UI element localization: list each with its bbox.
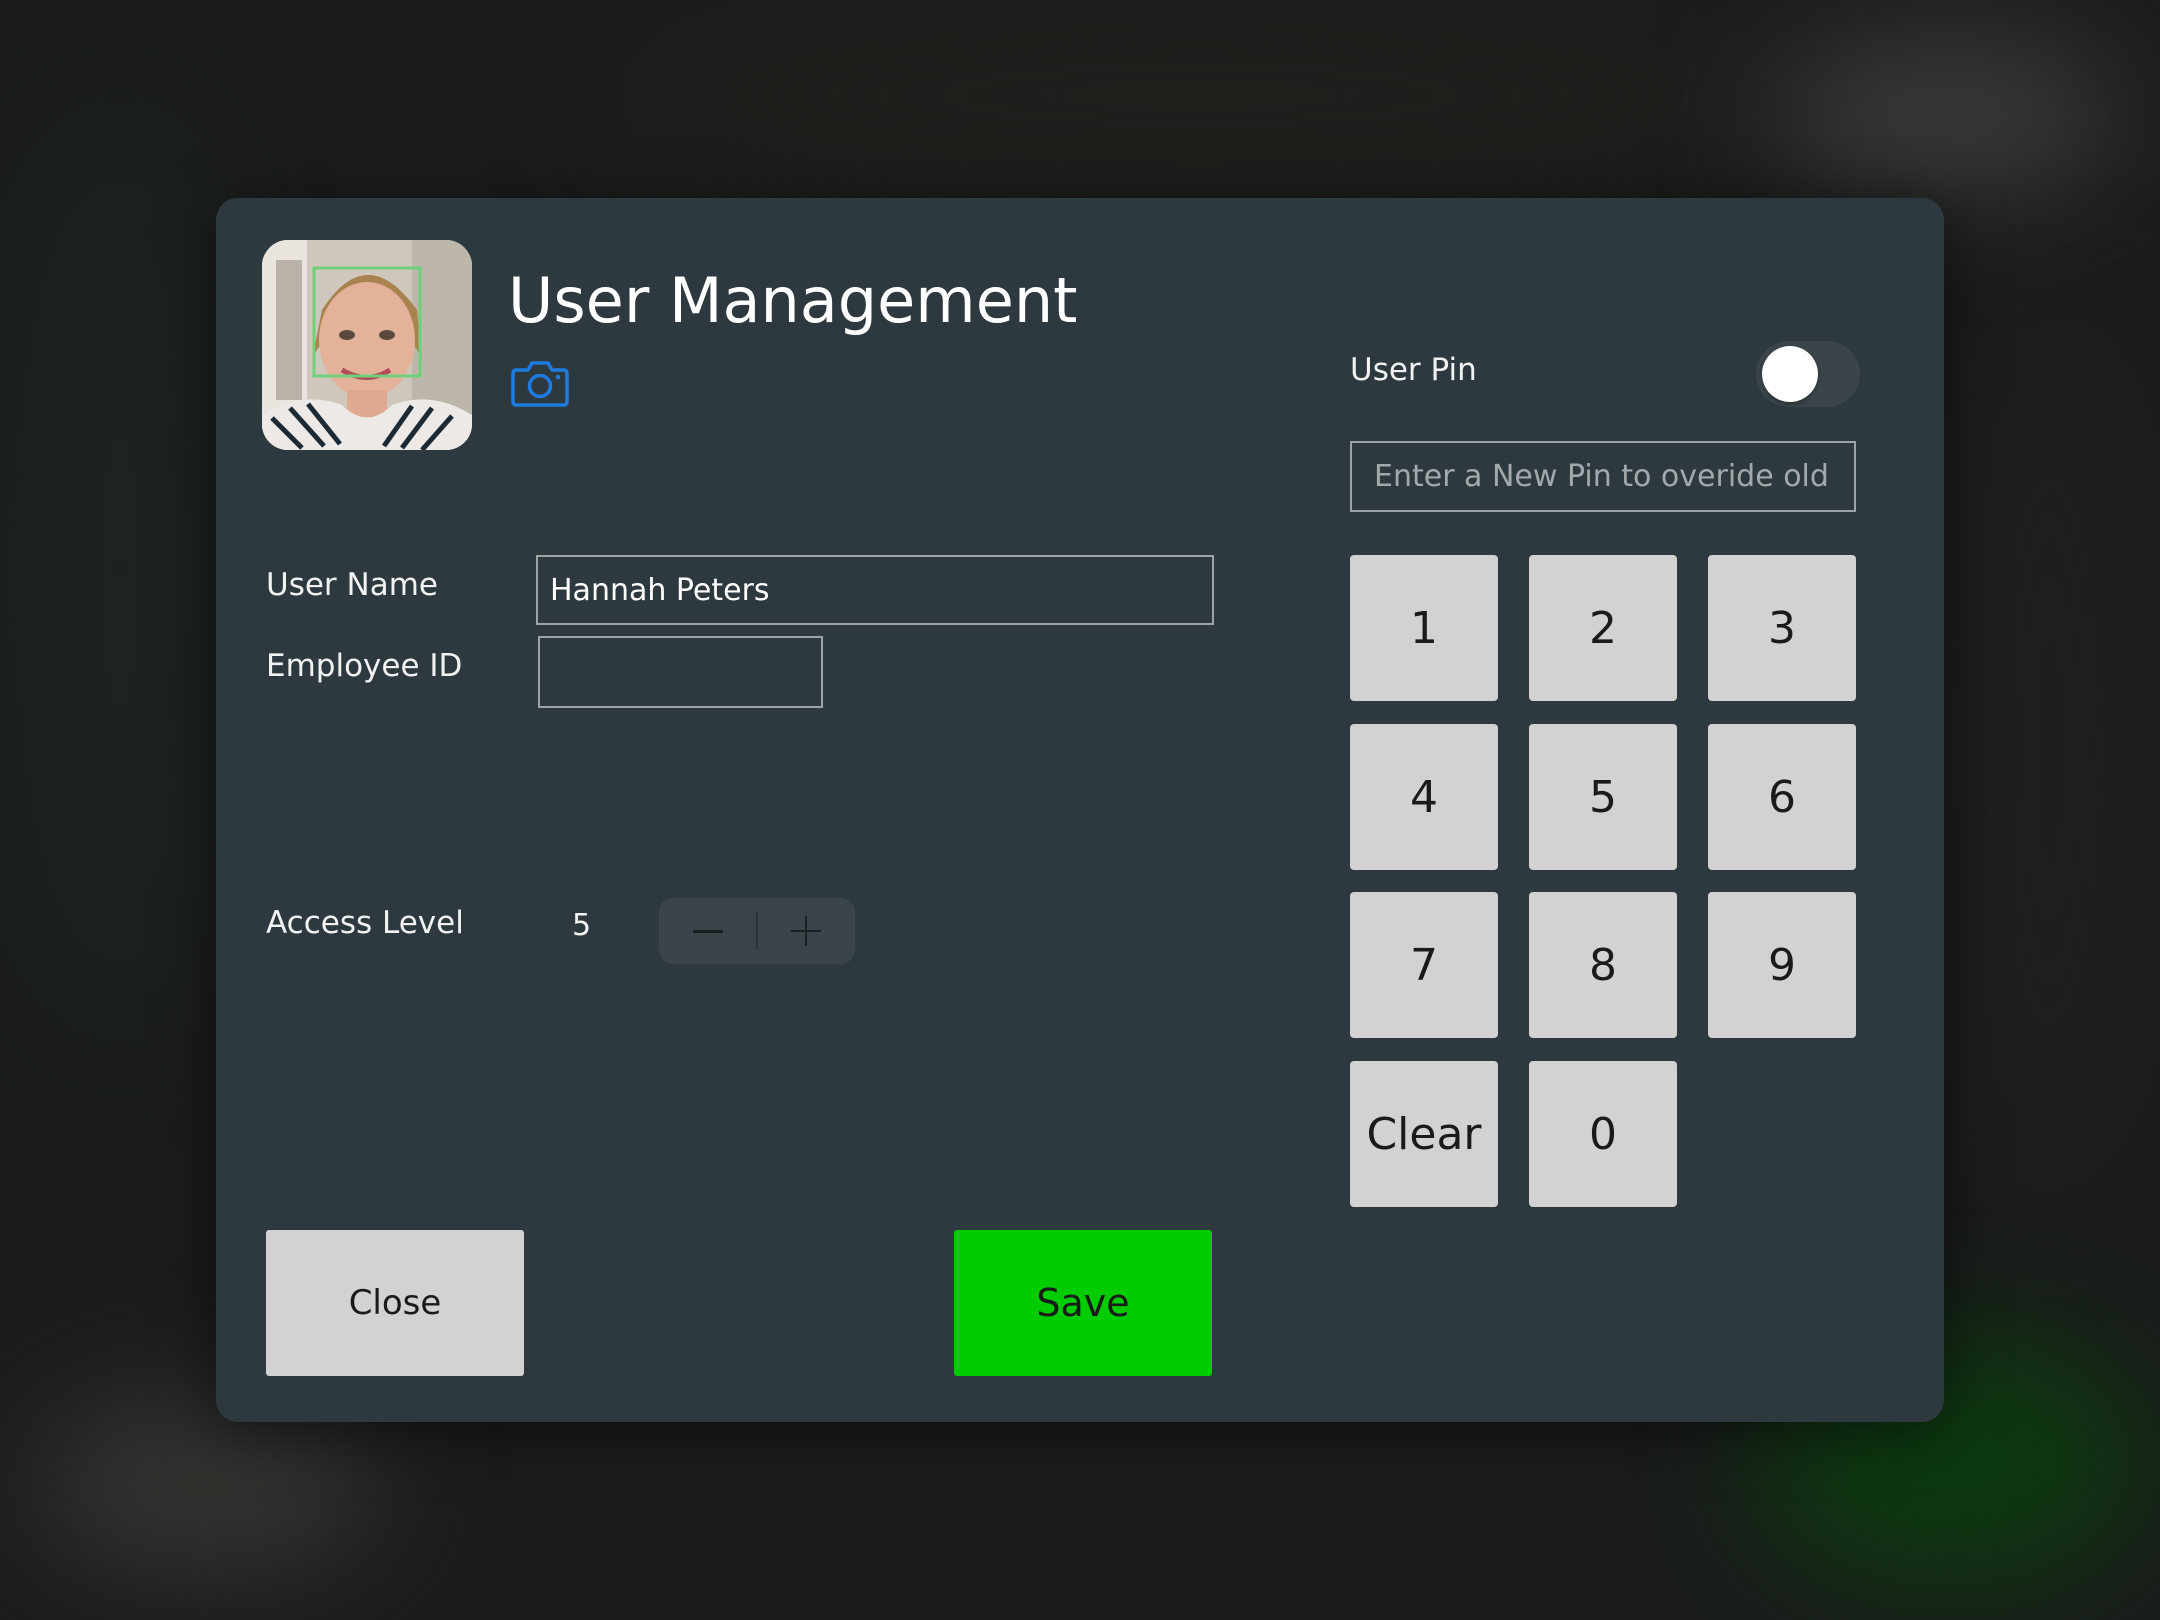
- keypad-key-7[interactable]: 7: [1350, 892, 1498, 1038]
- camera-icon[interactable]: [510, 358, 570, 408]
- keypad-key-6[interactable]: 6: [1708, 724, 1856, 870]
- user-management-dialog: User Management User Name Employee ID Ac…: [216, 198, 1944, 1422]
- keypad-key-4[interactable]: 4: [1350, 724, 1498, 870]
- employee-id-label: Employee ID: [266, 648, 463, 684]
- access-level-label: Access Level: [266, 905, 464, 941]
- keypad-key-8[interactable]: 8: [1529, 892, 1677, 1038]
- keypad-key-9[interactable]: 9: [1708, 892, 1856, 1038]
- access-level-value: 5: [572, 908, 592, 943]
- decrement-button[interactable]: [659, 898, 757, 964]
- user-name-label: User Name: [266, 567, 438, 603]
- user-pin-label: User Pin: [1350, 352, 1477, 388]
- keypad-key-1[interactable]: 1: [1350, 555, 1498, 701]
- keypad-key-3[interactable]: 3: [1708, 555, 1856, 701]
- toggle-knob: [1762, 346, 1818, 402]
- keypad-key-2[interactable]: 2: [1529, 555, 1677, 701]
- minus-icon: [693, 930, 723, 933]
- employee-id-input[interactable]: [538, 636, 823, 708]
- increment-button[interactable]: [757, 898, 855, 964]
- keypad-key-5[interactable]: 5: [1529, 724, 1677, 870]
- user-photo: [262, 240, 472, 450]
- dialog-title: User Management: [508, 264, 1078, 337]
- save-button[interactable]: Save: [954, 1230, 1212, 1376]
- user-pin-toggle[interactable]: [1756, 341, 1860, 407]
- keypad-key-0[interactable]: 0: [1529, 1061, 1677, 1207]
- access-level-stepper: [659, 898, 855, 964]
- new-pin-input[interactable]: [1350, 441, 1856, 512]
- user-name-input[interactable]: [536, 555, 1214, 625]
- close-button[interactable]: Close: [266, 1230, 524, 1376]
- keypad-clear-button[interactable]: Clear: [1350, 1061, 1498, 1207]
